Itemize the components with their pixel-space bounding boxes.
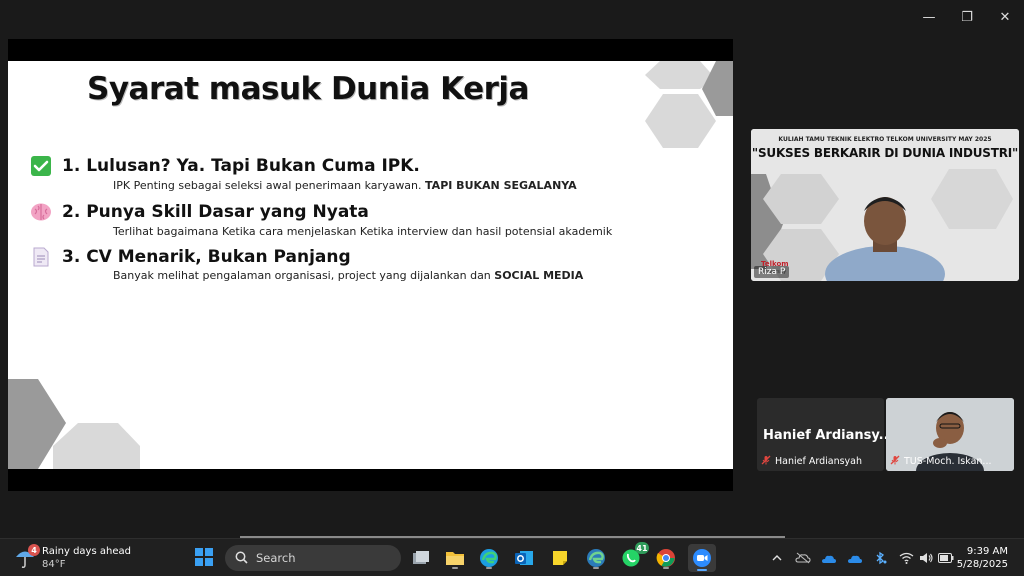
chevron-up-icon[interactable] [768,549,786,567]
window-controls: — ❐ ✕ [910,6,1024,28]
slide-point-1: 1. Lulusan? Ya. Tapi Bukan Cuma IPK. [30,155,420,177]
task-view-icon[interactable] [409,546,433,570]
point-desc-emphasis: SOCIAL MEDIA [494,269,584,282]
participant-tile[interactable]: TUS-Moch. Iskan... [886,398,1014,471]
system-clock[interactable]: 9:39 AM 5/28/2025 [957,545,1008,571]
onedrive-icon[interactable] [846,549,864,567]
point-desc-text: IPK Penting sebagai seleksi awal penerim… [113,179,426,192]
shared-screen: Syarat masuk Dunia Kerja 1. Lulusan? Ya.… [8,39,733,491]
whatsapp-badge: 41 [635,542,649,554]
participant-tile[interactable]: Hanief Ardiansy... Hanief Ardiansyah [757,398,893,471]
point-description: Terlihat bagaimana Ketika cara menjelask… [113,225,612,238]
onedrive-icon[interactable] [820,549,838,567]
active-indicator [486,567,492,569]
event-subtitle: KULIAH TAMU TEKNIK ELEKTRO TELKOM UNIVER… [778,136,992,143]
participant-tiles: Hanief Ardiansy... Hanief Ardiansyah TUS… [757,398,1014,471]
slide-title: Syarat masuk Dunia Kerja [87,71,529,107]
minimize-button[interactable]: — [910,6,948,28]
network-cloud-icon[interactable] [794,549,812,567]
mic-muted-icon [890,455,900,468]
weather-badge: 4 [28,544,40,556]
document-icon [30,246,52,268]
weather-widget[interactable]: 4 Rainy days ahead 84°F [14,544,131,571]
participant-footer: Hanief Ardiansyah [761,455,862,468]
screen: — ❐ ✕ Syarat masuk Dunia Kerja 1. Lulusa… [0,0,1024,576]
brain-icon [30,201,52,223]
presenter-video-tile[interactable]: KULIAH TAMU TEKNIK ELEKTRO TELKOM UNIVER… [751,129,1019,281]
clock-date: 5/28/2025 [956,559,1008,570]
file-explorer-icon[interactable] [443,546,467,570]
active-indicator [697,569,707,571]
restore-button[interactable]: ❐ [948,6,986,28]
slide-point-3: 3. CV Menarik, Bukan Panjang [30,246,351,268]
participant-name: Hanief Ardiansyah [775,456,862,467]
weather-text: Rainy days ahead 84°F [42,545,131,571]
point-desc-emphasis: TAPI BUKAN SEGALANYA [425,179,577,192]
participant-display-name: Hanief Ardiansy... [763,428,894,443]
taskbar: 4 Rainy days ahead 84°F Search 41 9:39 A… [0,538,1024,576]
weather-temp: 84°F [42,559,66,570]
hexagon-shape [53,423,140,469]
point-title: 1. Lulusan? Ya. Tapi Bukan Cuma IPK. [62,156,420,176]
sticky-notes-icon[interactable] [548,546,572,570]
whatsapp-icon[interactable]: 41 [619,542,649,570]
point-description: IPK Penting sebagai seleksi awal penerim… [113,179,577,192]
clock-time: 9:39 AM [966,546,1008,557]
point-description: Banyak melihat pengalaman organisasi, pr… [113,269,583,282]
umbrella-icon: 4 [14,544,40,570]
search-icon [235,549,248,568]
taskbar-search[interactable]: Search [225,545,401,571]
presentation-slide: Syarat masuk Dunia Kerja 1. Lulusan? Ya.… [8,61,733,469]
zoom-app-icon[interactable] [688,544,716,572]
edge-dev-icon[interactable] [584,546,608,570]
active-indicator [593,567,599,569]
active-indicator [452,567,458,569]
check-box-icon [30,155,52,177]
bluetooth-icon[interactable] [871,549,889,567]
close-button[interactable]: ✕ [986,6,1024,28]
battery-icon[interactable] [937,549,955,567]
volume-icon[interactable] [917,549,935,567]
point-desc-text: Banyak melihat pengalaman organisasi, pr… [113,269,495,282]
search-label: Search [256,551,296,565]
weather-title: Rainy days ahead [42,546,131,557]
chrome-icon[interactable] [654,546,678,570]
outlook-icon[interactable] [512,546,536,570]
active-indicator [663,567,669,569]
slide-point-2: 2. Punya Skill Dasar yang Nyata [30,201,369,223]
participant-footer: TUS-Moch. Iskan... [890,455,992,468]
hexagon-shape [645,94,716,148]
wifi-icon[interactable] [897,549,915,567]
windows-start-icon[interactable] [195,548,213,566]
mic-muted-icon [761,455,771,468]
edge-browser-icon[interactable] [477,546,501,570]
presenter-name-tag: Riza P [754,266,790,278]
point-desc-text: Terlihat bagaimana Ketika cara menjelask… [113,225,613,238]
participant-name: TUS-Moch. Iskan... [904,456,992,467]
point-title: 3. CV Menarik, Bukan Panjang [62,247,351,267]
event-title: "SUKSES BERKARIR DI DUNIA INDUSTRI" [751,146,1019,160]
point-title: 2. Punya Skill Dasar yang Nyata [62,202,369,222]
